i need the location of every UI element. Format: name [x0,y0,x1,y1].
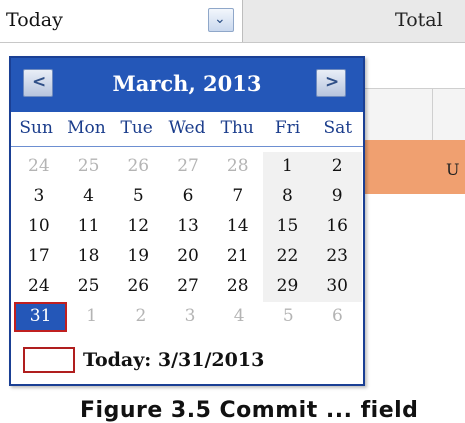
table-header-row [360,88,465,142]
calendar-day[interactable]: 5 [113,182,163,212]
calendar-day[interactable]: 5 [264,302,313,332]
calendar-day[interactable]: 18 [64,242,114,272]
calendar-day[interactable]: 27 [163,152,213,182]
calendar-day[interactable]: 22 [262,242,313,272]
next-month-button[interactable]: > [316,69,346,97]
calendar-week-row: 24 25 26 27 28 29 30 [14,272,363,302]
calendar-popup: < March, 2013 > Sun Mon Tue Wed Thu Fri … [9,56,365,386]
dropdown-button[interactable]: ⌄ [208,8,234,32]
calendar-day[interactable]: 11 [64,212,114,242]
calendar-day[interactable]: 28 [213,272,263,302]
weekday-sat: Sat [323,118,353,138]
figure-caption: Figure 3.5 Commit ... field [80,398,419,423]
calendar-week-row: 24 25 26 27 28 1 2 [14,152,363,182]
today-marker-box [23,347,75,373]
calendar-day[interactable]: 1 [67,302,116,332]
calendar-day-selected[interactable]: 31 [14,302,68,332]
weekday-thu: Thu [220,118,254,138]
today-bar[interactable]: Today: 3/31/2013 [11,340,363,384]
calendar-day[interactable]: 3 [14,182,64,212]
calendar-day[interactable]: 15 [262,212,313,242]
weekday-tue: Tue [120,118,153,138]
calendar-day[interactable]: 1 [262,152,313,182]
calendar-day[interactable]: 25 [64,272,114,302]
total-label: Total [395,9,443,31]
calendar-day[interactable]: 28 [213,152,263,182]
calendar-day[interactable]: 9 [312,182,363,212]
today-link[interactable]: Today: 3/31/2013 [83,349,264,371]
group-header-text: U [446,160,460,179]
calendar-day[interactable]: 19 [113,242,163,272]
calendar-day[interactable]: 17 [14,242,64,272]
date-range-value: Today [6,9,63,31]
calendar-grid: 24 25 26 27 28 1 2 3 4 5 6 7 8 9 10 11 12 13 14 15 16 17 18 19 2… [14,152,363,332]
calendar-day[interactable]: 20 [163,242,213,272]
weekday-mon: Mon [67,118,106,138]
calendar-day[interactable]: 4 [64,182,114,212]
calendar-week-row: 31 1 2 3 4 5 6 [14,302,362,332]
date-range-select[interactable]: Today ⌄ [0,0,243,42]
chevron-down-icon: ⌄ [214,11,226,27]
calendar-day[interactable]: 26 [113,152,163,182]
column-divider [432,88,433,140]
calendar-day[interactable]: 8 [262,182,313,212]
calendar-day[interactable]: 12 [113,212,163,242]
calendar-day[interactable]: 25 [64,152,114,182]
calendar-day[interactable]: 6 [313,302,362,332]
calendar-day[interactable]: 26 [113,272,163,302]
calendar-day[interactable]: 29 [262,272,313,302]
calendar-day[interactable]: 16 [312,212,363,242]
calendar-day[interactable]: 24 [14,152,64,182]
calendar-day[interactable]: 30 [312,272,363,302]
calendar-day[interactable]: 24 [14,272,64,302]
calendar-day[interactable]: 21 [213,242,263,272]
month-title: March, 2013 [112,71,262,96]
calendar-day[interactable]: 6 [163,182,213,212]
calendar-week-row: 17 18 19 20 21 22 23 [14,242,363,272]
calendar-day[interactable]: 7 [213,182,263,212]
calendar-day[interactable]: 14 [213,212,263,242]
calendar-day[interactable]: 10 [14,212,64,242]
calendar-day[interactable]: 2 [116,302,165,332]
calendar-week-row: 10 11 12 13 14 15 16 [14,212,363,242]
chevron-right-icon: > [325,72,340,92]
weekday-wed: Wed [168,118,206,138]
calendar-week-row: 3456789 [14,182,363,212]
weekday-sun: Sun [19,118,53,138]
calendar-day[interactable]: 3 [165,302,214,332]
calendar-day[interactable]: 13 [163,212,213,242]
calendar-day[interactable]: 23 [312,242,363,272]
calendar-header: < March, 2013 > [11,58,363,112]
weekday-fri: Fri [274,118,301,138]
calendar-day[interactable]: 4 [215,302,264,332]
calendar-day[interactable]: 2 [312,152,363,182]
calendar-day[interactable]: 27 [163,272,213,302]
weekday-header-row: Sun Mon Tue Wed Thu Fri Sat [11,118,363,147]
